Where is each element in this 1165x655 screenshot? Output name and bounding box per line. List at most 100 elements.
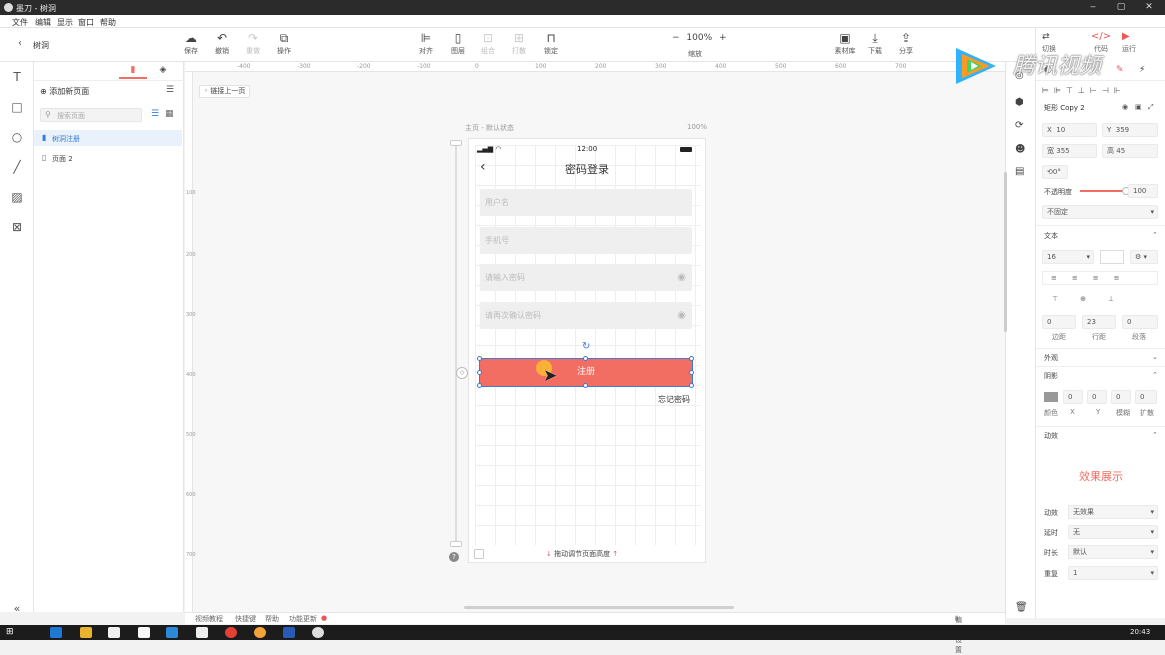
shadow-x-field[interactable]: 0 — [1063, 390, 1083, 404]
chrome-alt-icon[interactable] — [254, 627, 266, 638]
align-button[interactable]: ⊫ 对齐 — [411, 30, 441, 56]
switch-icon[interactable]: ⇄ — [1042, 32, 1050, 42]
layer-button[interactable]: ▯ 图层 — [443, 30, 473, 56]
store-icon[interactable] — [108, 627, 120, 638]
padding-field[interactable]: 0 — [1042, 315, 1076, 329]
eye-icon[interactable]: ◉ — [677, 302, 686, 329]
group-button[interactable]: ⊡ 组合 — [473, 30, 503, 56]
ungroup-button[interactable]: ⊞ 打散 — [504, 30, 534, 56]
app-icon[interactable] — [312, 627, 324, 638]
chevron-down-icon[interactable]: ⌄ — [1152, 353, 1158, 361]
windows-start-icon[interactable]: ⊞ — [6, 627, 18, 638]
collapse-icon[interactable]: « — [10, 602, 24, 615]
help-icon[interactable]: ? — [449, 552, 459, 562]
share-button[interactable]: ⇪ 分享 — [891, 30, 921, 56]
rotation-field[interactable]: ⟲0° — [1042, 165, 1068, 179]
image-tool-icon[interactable]: ▨ — [10, 190, 24, 204]
register-button[interactable]: 注册 — [479, 358, 693, 387]
circle-tool-icon[interactable]: ○ — [10, 130, 24, 144]
download-button[interactable]: ⤓ 下载 — [860, 30, 890, 56]
menu-edit[interactable]: 编辑 — [35, 17, 51, 28]
maximize-button[interactable]: ▢ — [1106, 1, 1136, 14]
interaction-icon[interactable]: ⟳ — [1015, 120, 1023, 131]
menu-view[interactable]: 显示 — [57, 17, 73, 28]
chrome-icon[interactable] — [225, 627, 237, 638]
phone-field[interactable]: 手机号 — [480, 227, 692, 254]
component-icon[interactable]: ⬢ — [1015, 97, 1024, 108]
zoom-out-button[interactable]: − — [672, 33, 680, 43]
search-box[interactable]: ⚲ 搜索页面 — [40, 108, 142, 122]
widget-tool-icon[interactable]: ⊠ — [10, 220, 24, 234]
calendar-icon[interactable] — [196, 627, 208, 638]
vertical-align-controls[interactable]: ⊤⊕⊥ — [1042, 293, 1158, 307]
lock-button[interactable]: ⊓ 锁定 — [536, 30, 566, 56]
search-input[interactable]: 搜索页面 — [57, 111, 85, 121]
username-field[interactable]: 用户名 — [480, 189, 692, 216]
page-item-active[interactable]: ▮ 树洞注册 — [34, 130, 182, 146]
y-field[interactable]: Y 359 — [1102, 123, 1158, 137]
eye-icon[interactable]: ◉ — [677, 264, 686, 291]
menu-file[interactable]: 文件 — [12, 17, 28, 28]
text-settings-button[interactable]: ⚙ ▾ — [1130, 250, 1158, 264]
selection-handle[interactable] — [689, 383, 694, 388]
bolt-tab-icon[interactable]: ⚡ — [1139, 65, 1145, 75]
page-settings-icon[interactable]: ☰ — [166, 85, 174, 95]
run-icon[interactable]: ▶ — [1122, 31, 1130, 42]
confirm-password-field[interactable]: 请再次确认密码 ◉ — [480, 302, 692, 329]
opacity-field[interactable]: 100 — [1128, 184, 1158, 198]
code-icon[interactable]: </> — [1091, 31, 1111, 42]
forgot-password-link[interactable]: 忘记密码 — [658, 394, 690, 405]
selection-handle[interactable] — [689, 370, 694, 375]
font-size-field[interactable]: 16 ▾ — [1042, 250, 1094, 264]
selection-handle[interactable] — [477, 370, 482, 375]
chevron-up-icon[interactable]: ⌃ — [1152, 371, 1158, 379]
zoom-in-button[interactable]: + — [719, 33, 727, 43]
selection-handle[interactable] — [583, 356, 588, 361]
selection-handle[interactable] — [477, 356, 482, 361]
vscode-icon[interactable] — [166, 627, 178, 638]
minimize-button[interactable]: ‒ — [1078, 1, 1108, 14]
layers-tab[interactable]: ◈ — [150, 65, 176, 75]
help-link[interactable]: 帮助 — [265, 614, 279, 624]
text-align-controls[interactable]: ≡≡≡≡ — [1042, 271, 1158, 285]
resize-small-icon[interactable]: ⤢ — [1148, 103, 1154, 112]
paragraph-field[interactable]: 0 — [1122, 315, 1158, 329]
checkbox[interactable] — [474, 549, 484, 559]
appearance-title[interactable]: 外观 — [1044, 353, 1058, 363]
chevron-up-icon[interactable]: ⌃ — [1152, 231, 1158, 239]
visibility-icon[interactable]: ◉ — [1122, 103, 1128, 111]
line-tool-icon[interactable]: ╱ — [10, 160, 24, 174]
back-icon[interactable]: ‹ — [18, 38, 22, 49]
width-field[interactable]: 宽 355 — [1042, 144, 1097, 158]
x-field[interactable]: X 10 — [1042, 123, 1097, 137]
assets-button[interactable]: ▣ 素材库 — [830, 30, 860, 56]
project-name[interactable]: 树洞 — [33, 40, 49, 51]
close-button[interactable]: ✕ — [1134, 1, 1164, 14]
height-slider-track[interactable] — [455, 143, 457, 543]
anim-duration-select[interactable]: 默认 ▾ — [1068, 545, 1158, 559]
line-height-field[interactable]: 23 — [1082, 315, 1116, 329]
text-color-swatch[interactable] — [1100, 250, 1124, 264]
anim-delay-select[interactable]: 无 ▾ — [1068, 525, 1158, 539]
text-tool-icon[interactable]: T — [10, 70, 24, 84]
pages-tab[interactable]: ▮ — [119, 62, 147, 79]
element-name[interactable]: 矩形 Copy 2 — [1044, 103, 1085, 113]
menu-help[interactable]: 帮助 — [100, 17, 116, 28]
opacity-slider[interactable] — [1080, 190, 1124, 192]
shadow-spread-field[interactable]: 0 — [1135, 390, 1157, 404]
list-view-icon[interactable]: ☰ — [151, 109, 159, 119]
zoom-value[interactable]: 100% — [686, 33, 712, 43]
anim-repeat-select[interactable]: 1 ▾ — [1068, 566, 1158, 580]
save-button[interactable]: ☁ 保存 — [176, 30, 206, 56]
shortcut-link[interactable]: 快捷键 — [235, 614, 256, 624]
grid-view-icon[interactable]: ▦ — [165, 109, 174, 119]
box-icon[interactable] — [138, 627, 150, 638]
brush-tab-icon[interactable]: ✎ — [1116, 65, 1124, 75]
shadow-blur-field[interactable]: 0 — [1111, 390, 1131, 404]
selection-handle[interactable] — [583, 383, 588, 388]
word-icon[interactable] — [283, 627, 295, 638]
add-page-button[interactable]: ⊕ 添加新页面 — [40, 86, 89, 97]
shadow-y-field[interactable]: 0 — [1087, 390, 1107, 404]
redo-button[interactable]: ↷ 重做 — [238, 30, 268, 56]
tutorial-link[interactable]: 视频教程 — [195, 614, 223, 624]
